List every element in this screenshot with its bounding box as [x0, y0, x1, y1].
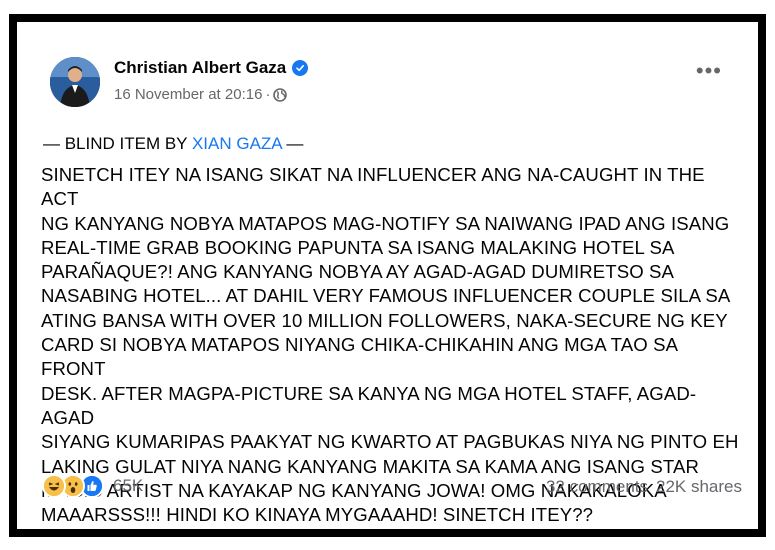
body-line: ATING BANSA WITH OVER 10 MILLION FOLLOWE…: [41, 309, 728, 331]
globe-icon[interactable]: [273, 87, 288, 102]
verified-badge-icon: [292, 60, 309, 76]
more-options-button[interactable]: •••: [696, 60, 722, 82]
haha-reaction-icon: [42, 474, 66, 498]
shares-count[interactable]: 22K shares: [656, 477, 742, 497]
facebook-post: Christian Albert Gaza 16 November at 20:…: [17, 22, 758, 529]
body-line: MAAARSSS!!! HINDI KO KINAYA MYGAAAHD! SI…: [41, 504, 594, 526]
meta-separator: ·: [265, 86, 271, 103]
author-name[interactable]: Christian Albert Gaza: [114, 58, 286, 78]
post-body: SINETCH ITEY NA ISANG SIKAT NA INFLUENCE…: [41, 163, 746, 527]
blind-prefix: — BLIND ITEM BY: [43, 134, 192, 153]
post-timestamp[interactable]: 16 November at 20:16: [114, 86, 262, 103]
body-line: PARAÑAQUE?! ANG KANYANG NOBYA AY AGAD-AG…: [41, 261, 675, 283]
post-header: Christian Albert Gaza 16 November at 20:…: [42, 56, 732, 112]
reactions-summary[interactable]: 65K: [42, 474, 143, 498]
comments-count[interactable]: 32 comments: [546, 477, 648, 497]
body-line: CARD SI NOBYA MATAPOS NIYANG CHIKA-CHIKA…: [41, 334, 678, 380]
blind-item-heading: — BLIND ITEM BY XIAN GAZA —: [43, 134, 303, 154]
blind-suffix: —: [281, 134, 304, 153]
engagement-stats: 32 comments 22K shares: [546, 477, 742, 497]
body-line: NG KANYANG NOBYA MATAPOS MAG-NOTIFY SA N…: [41, 212, 730, 234]
author-row: Christian Albert Gaza: [114, 58, 309, 78]
body-line: SIYANG KUMARIPAS PAAKYAT NG KWARTO AT PA…: [41, 431, 739, 453]
screenshot-frame: Christian Albert Gaza 16 November at 20:…: [9, 14, 766, 537]
post-meta: 16 November at 20:16 ·: [114, 86, 288, 103]
body-line: REAL-TIME GRAB BOOKING PAPUNTA SA ISANG …: [41, 236, 675, 258]
reaction-count: 65K: [113, 476, 144, 495]
body-line: DESK. AFTER MAGPA-PICTURE SA KANYA NG MG…: [41, 382, 697, 428]
post-footer: 65K 32 comments 22K shares: [42, 474, 742, 504]
avatar[interactable]: [50, 57, 100, 107]
body-line: SINETCH ITEY NA ISANG SIKAT NA INFLUENCE…: [41, 164, 705, 210]
body-line: NASABING HOTEL... AT DAHIL VERY FAMOUS I…: [41, 285, 731, 307]
xian-gaza-link[interactable]: XIAN GAZA: [192, 134, 282, 153]
